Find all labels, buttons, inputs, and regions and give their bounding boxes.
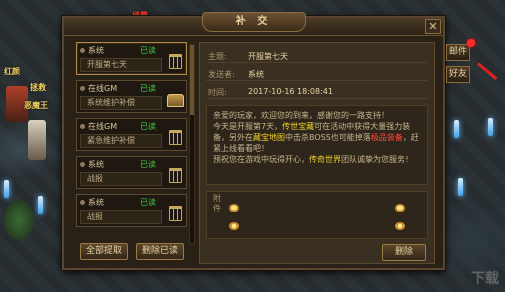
npc-sprite bbox=[28, 120, 46, 160]
time-field: 时间: 2017-10-16 18:08:41 bbox=[206, 85, 428, 99]
time-value: 2017-10-16 18:08:41 bbox=[248, 87, 333, 96]
background-label-1: 红颜 bbox=[4, 67, 20, 76]
tree-sprite bbox=[4, 200, 34, 240]
gold-ingot-icon[interactable] bbox=[229, 204, 239, 212]
crystal-icon bbox=[488, 118, 493, 136]
scrollbar-thumb[interactable] bbox=[190, 45, 194, 115]
chest-icon[interactable] bbox=[167, 94, 184, 107]
delete-button[interactable]: 删除 bbox=[382, 244, 426, 261]
mail-sender: 系统 bbox=[88, 160, 104, 169]
mail-sender: 系统 bbox=[88, 46, 104, 55]
mail-status: 已读 bbox=[140, 160, 156, 169]
coin-icon[interactable] bbox=[395, 222, 405, 230]
crystal-icon bbox=[454, 120, 459, 138]
mail-item[interactable]: 在线GM 已读 系统维护补偿 bbox=[76, 80, 187, 113]
gold-ingot-icon[interactable] bbox=[395, 204, 405, 212]
unread-dot-icon bbox=[80, 86, 85, 91]
dialog-titlebar: 补 交 ✕ bbox=[64, 12, 443, 36]
trash-icon[interactable] bbox=[169, 130, 182, 145]
body-paragraph: 今天是开服第7天，传世宝藏可在活动中获得大量强力装备，另外在藏宝地图中击杀BOS… bbox=[213, 122, 419, 153]
mail-detail-panel: 主题: 开服第七天 发送者: 系统 时间: 2017-10-16 18:08:4… bbox=[199, 42, 435, 264]
sender-field: 发送者: 系统 bbox=[206, 67, 428, 81]
collect-all-button[interactable]: 全部提取 bbox=[80, 243, 128, 260]
mail-subject: 系统维护补偿 bbox=[80, 96, 162, 110]
background-label-2: 拯救 bbox=[30, 83, 46, 92]
watermark: 下载 bbox=[471, 271, 499, 287]
trash-icon[interactable] bbox=[169, 206, 182, 221]
unread-dot-icon bbox=[80, 200, 85, 205]
unread-dot-icon bbox=[80, 124, 85, 129]
mail-subject: 战报 bbox=[80, 172, 162, 186]
trash-icon[interactable] bbox=[169, 168, 182, 183]
unread-dot-icon bbox=[80, 48, 85, 53]
mail-status: 已读 bbox=[140, 46, 156, 55]
mail-status: 已读 bbox=[140, 122, 156, 131]
subject-value: 开服第七天 bbox=[248, 52, 288, 61]
crystal-icon bbox=[38, 196, 43, 214]
mail-tab[interactable]: 邮件 bbox=[446, 44, 470, 61]
crystal-icon bbox=[458, 178, 463, 196]
mail-subject: 开服第七天 bbox=[80, 58, 162, 72]
delete-read-button[interactable]: 删除已读 bbox=[136, 243, 184, 260]
friends-tab[interactable]: 好友 bbox=[446, 66, 470, 83]
mail-sender: 在线GM bbox=[88, 84, 118, 93]
mail-sender: 系统 bbox=[88, 198, 104, 207]
mail-item[interactable]: 在线GM 已读 紧急维护补偿 bbox=[76, 118, 187, 151]
sender-value: 系统 bbox=[248, 70, 264, 79]
dialog-title: 补 交 bbox=[201, 12, 306, 32]
mail-status: 已读 bbox=[140, 84, 156, 93]
mail-sender: 在线GM bbox=[88, 122, 118, 131]
subject-label: 主题: bbox=[208, 52, 227, 61]
mail-list-scrollbar[interactable] bbox=[189, 44, 195, 244]
mail-status: 已读 bbox=[140, 198, 156, 207]
notification-dot-icon bbox=[467, 39, 475, 47]
attachment-area: 附件 bbox=[206, 191, 428, 239]
sender-label: 发送者: bbox=[208, 70, 235, 79]
mail-item[interactable]: 系统 已读 开服第七天 bbox=[76, 42, 187, 75]
coin-icon[interactable] bbox=[229, 222, 239, 230]
mail-subject: 战报 bbox=[80, 210, 162, 224]
mail-item[interactable]: 系统 已读 战报 bbox=[76, 156, 187, 189]
trash-icon[interactable] bbox=[169, 54, 182, 69]
attachment-label: 附件 bbox=[213, 194, 221, 213]
mail-list: 系统 已读 开服第七天 在线GM 已读 系统维护补偿 在线GM 已读 紧急维护补… bbox=[76, 42, 187, 246]
time-label: 时间: bbox=[208, 88, 227, 97]
crystal-icon bbox=[4, 180, 9, 198]
mail-item[interactable]: 系统 已读 战报 bbox=[76, 194, 187, 227]
background-label-4: 恶魔王 bbox=[24, 101, 48, 110]
mail-dialog: 补 交 ✕ 系统 已读 开服第七天 在线GM 已读 系统维护补偿 在线GM 已读… bbox=[62, 12, 445, 270]
body-paragraph: 预祝您在游戏中玩得开心，传奇世界团队诚挚为您服务！ bbox=[213, 155, 413, 164]
close-button[interactable]: ✕ bbox=[425, 19, 441, 34]
body-paragraph: 亲爱的玩家，欢迎您的到来，感谢您的一路支持！ bbox=[213, 111, 389, 120]
mail-subject: 紧急维护补偿 bbox=[80, 134, 162, 148]
unread-dot-icon bbox=[80, 162, 85, 167]
mail-body: 亲爱的玩家，欢迎您的到来，感谢您的一路支持！ 今天是开服第7天，传世宝藏可在活动… bbox=[206, 105, 428, 185]
subject-field: 主题: 开服第七天 bbox=[206, 49, 428, 63]
